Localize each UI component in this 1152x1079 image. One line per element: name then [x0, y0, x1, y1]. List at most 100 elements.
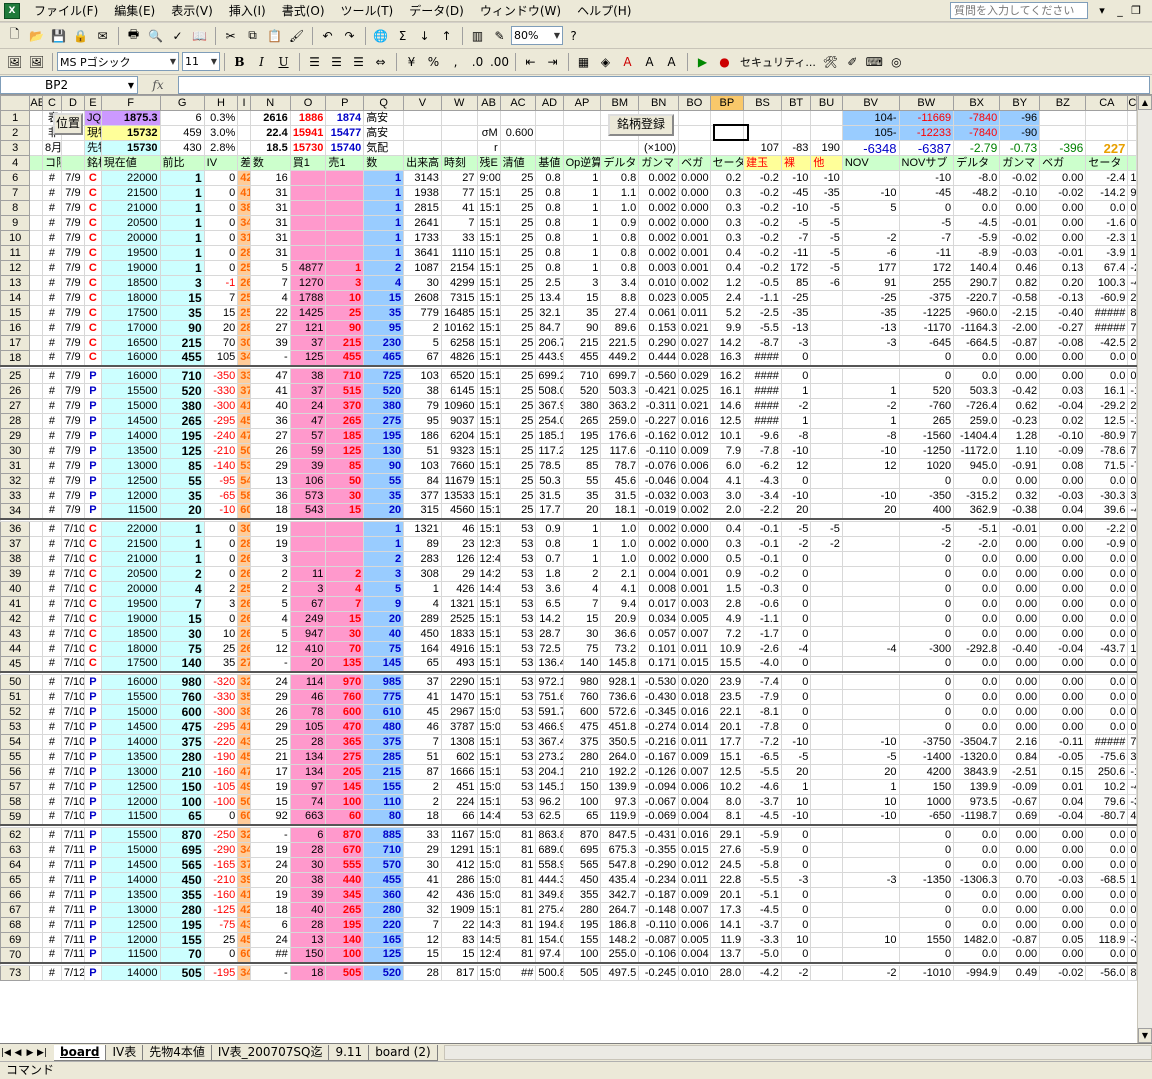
table-cell[interactable]: 30 — [289, 857, 327, 873]
table-cell[interactable]: 4826 — [440, 350, 478, 366]
cell[interactable]: セータ — [1085, 155, 1129, 171]
table-cell[interactable]: 7/11 — [60, 872, 85, 888]
table-cell[interactable] — [810, 473, 843, 489]
table-cell[interactable]: 65 — [159, 809, 205, 825]
table-cell[interactable]: 1 — [159, 521, 205, 537]
table-cell[interactable]: ##### — [1085, 305, 1129, 321]
table-cell[interactable]: 18500 — [100, 275, 161, 291]
row-header[interactable]: 30 — [0, 443, 31, 459]
permission-icon[interactable]: 🔒 — [70, 25, 91, 46]
table-cell[interactable]: -10 — [841, 488, 900, 504]
table-cell[interactable] — [325, 185, 365, 201]
table-cell[interactable]: 20.9 — [600, 611, 640, 627]
table-cell[interactable]: P — [83, 947, 102, 963]
table-cell[interactable]: 7/10 — [60, 521, 85, 537]
table-cell[interactable]: P — [83, 704, 102, 720]
table-cell[interactable]: 4 — [403, 596, 442, 612]
table-cell[interactable]: 7/9 — [60, 290, 85, 306]
table-cell[interactable]: 18 — [249, 503, 291, 519]
table-cell[interactable]: 81 — [499, 872, 537, 888]
table-cell[interactable]: 19 — [249, 779, 291, 795]
table-cell[interactable]: 520 — [363, 383, 405, 399]
table-cell[interactable]: 195 — [159, 428, 205, 444]
menu-item[interactable]: ファイル(F) — [26, 1, 106, 21]
table-cell[interactable]: 0.002 — [638, 215, 680, 231]
row-header[interactable]: 18 — [0, 350, 31, 366]
table-cell[interactable]: -8 — [841, 428, 900, 444]
cell[interactable] — [29, 230, 43, 246]
table-cell[interactable]: 0.3 — [709, 215, 745, 231]
table-cell[interactable]: 2525 — [440, 611, 478, 627]
table-cell[interactable]: -2 — [898, 536, 955, 552]
table-cell[interactable] — [810, 704, 843, 720]
table-cell[interactable]: -5.9 — [743, 827, 782, 843]
table-cell[interactable]: 0.010 — [678, 965, 711, 981]
table-cell[interactable]: 600 — [159, 704, 205, 720]
table-cell[interactable]: 0.0 — [953, 827, 1001, 843]
table-cell[interactable]: 6 — [289, 827, 327, 843]
image-icon[interactable]: 🖼 — [4, 51, 25, 72]
table-cell[interactable]: 15500 — [100, 383, 161, 399]
new-icon[interactable]: 🗋 — [4, 25, 25, 46]
cell[interactable] — [440, 125, 478, 141]
table-cell[interactable]: 315 — [403, 503, 442, 519]
table-cell[interactable]: 35.5 — [237, 689, 251, 705]
table-cell[interactable]: 508.0 — [535, 383, 564, 399]
cell[interactable] — [29, 674, 43, 690]
table-cell[interactable]: 47.3 — [237, 764, 251, 780]
table-cell[interactable]: 436 — [440, 887, 478, 903]
table-cell[interactable]: 0.0 — [1085, 611, 1129, 627]
table-cell[interactable]: 0.0 — [1085, 656, 1129, 672]
column-header[interactable]: E — [83, 95, 102, 111]
font-size-combo[interactable]: 11 ▼ — [182, 52, 220, 71]
table-cell[interactable]: 31 — [249, 245, 291, 261]
row-header[interactable]: 10 — [0, 230, 31, 246]
row-header[interactable]: 1 — [0, 110, 31, 126]
table-cell[interactable]: 380 — [562, 398, 602, 414]
table-cell[interactable]: -0.05 — [1039, 749, 1087, 765]
table-cell[interactable]: # — [41, 413, 62, 429]
cell[interactable]: -396 — [1039, 140, 1087, 156]
table-cell[interactable]: 45.6 — [600, 473, 640, 489]
table-cell[interactable]: 0.3 — [709, 536, 745, 552]
table-cell[interactable]: -4.5 — [743, 809, 782, 825]
table-cell[interactable]: -5.1 — [743, 887, 782, 903]
table-cell[interactable]: 2.8 — [709, 596, 745, 612]
table-cell[interactable]: 54.6 — [237, 473, 251, 489]
table-cell[interactable]: C — [83, 170, 102, 186]
table-cell[interactable]: 4.1 — [600, 581, 640, 597]
table-cell[interactable]: 3 — [203, 596, 239, 612]
cell[interactable]: 買1 — [289, 155, 327, 171]
table-cell[interactable]: 47.8 — [237, 428, 251, 444]
table-cell[interactable]: 41.1 — [237, 719, 251, 735]
table-cell[interactable]: 0.002 — [638, 551, 680, 567]
table-cell[interactable]: 0.00 — [1039, 230, 1087, 246]
cell[interactable]: -90 — [999, 125, 1041, 141]
table-cell[interactable]: 0.00 — [1039, 170, 1087, 186]
table-cell[interactable]: 0.00 — [999, 656, 1041, 672]
table-cell[interactable]: 50.4 — [237, 443, 251, 459]
table-cell[interactable]: 1.7 — [1127, 170, 1137, 186]
table-cell[interactable]: C — [83, 290, 102, 306]
table-cell[interactable]: 0.0 — [1085, 473, 1129, 489]
table-cell[interactable]: -0.02 — [999, 170, 1041, 186]
table-cell[interactable]: # — [41, 626, 62, 642]
table-cell[interactable]: P — [83, 965, 102, 981]
table-cell[interactable]: C — [83, 305, 102, 321]
table-cell[interactable]: 4877 — [289, 260, 327, 276]
table-cell[interactable]: -1404.4 — [953, 428, 1001, 444]
table-cell[interactable]: 125 — [363, 947, 405, 963]
table-cell[interactable]: 0.444 — [638, 350, 680, 366]
table-cell[interactable]: 0.0 — [1127, 596, 1137, 612]
table-cell[interactable]: 254.0 — [535, 413, 564, 429]
table-cell[interactable]: -0.11 — [1039, 734, 1087, 750]
script-editor-icon[interactable]: ⌨ — [864, 51, 885, 72]
cell[interactable]: 8月20日 — [41, 140, 62, 156]
table-cell[interactable]: 28 — [289, 917, 327, 933]
table-cell[interactable]: 10 — [841, 794, 900, 810]
row-header[interactable]: 54 — [0, 734, 31, 750]
table-cell[interactable]: 11.9 — [709, 932, 745, 948]
table-cell[interactable]: 26.6 — [237, 641, 251, 657]
table-cell[interactable]: 32 — [403, 902, 442, 918]
table-cell[interactable]: 15500 — [100, 827, 161, 843]
